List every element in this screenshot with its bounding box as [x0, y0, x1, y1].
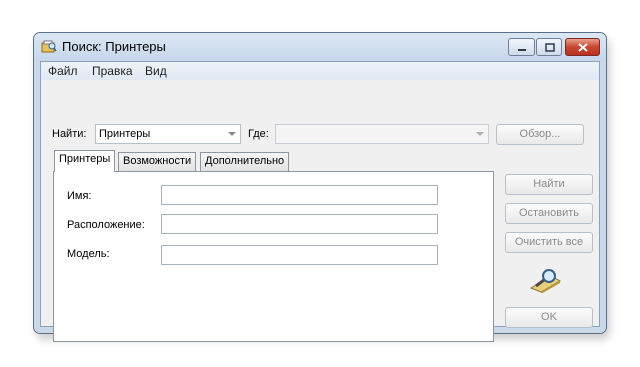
clear-all-button[interactable]: Очистить все: [505, 232, 593, 253]
tab-features[interactable]: Возможности: [118, 152, 197, 171]
browse-button[interactable]: Обзор...: [496, 124, 584, 145]
maximize-icon: [545, 43, 555, 52]
stop-button[interactable]: Остановить: [505, 203, 593, 224]
find-combo-value: Принтеры: [99, 128, 151, 140]
name-field[interactable]: [161, 185, 438, 205]
client-area: Файл Правка Вид Найти: Принтеры Где: Обз…: [40, 61, 600, 342]
find-combo[interactable]: Принтеры: [95, 124, 241, 144]
chevron-down-icon: [228, 132, 236, 136]
where-label: Где:: [248, 128, 269, 140]
menu-bar: Файл Правка Вид: [41, 62, 599, 80]
window-title: Поиск: Принтеры: [62, 39, 166, 54]
model-field[interactable]: [161, 245, 438, 265]
maximize-button[interactable]: [536, 38, 562, 56]
title-bar[interactable]: Поиск: Принтеры: [34, 33, 606, 61]
minimize-button[interactable]: [508, 38, 535, 56]
model-label: Модель:: [67, 248, 110, 260]
tab-advanced[interactable]: Дополнительно: [200, 152, 290, 171]
location-field[interactable]: [161, 214, 438, 234]
menu-view[interactable]: Вид: [145, 64, 167, 78]
chevron-down-icon: [476, 132, 484, 136]
magnifier-icon: [529, 269, 562, 293]
tab-printers[interactable]: Принтеры: [54, 150, 116, 172]
location-label: Расположение:: [67, 219, 145, 231]
menu-file[interactable]: Файл: [48, 64, 78, 78]
ok-button[interactable]: OK: [505, 307, 593, 328]
search-app-icon: [41, 40, 57, 53]
search-window: Поиск: Принтеры Файл Правка Вид Найти: П: [33, 32, 607, 342]
minimize-icon: [518, 49, 526, 51]
tab-panel: Имя: Расположение: Модель:: [53, 171, 494, 342]
where-combo[interactable]: [275, 124, 489, 144]
menu-edit[interactable]: Правка: [92, 64, 133, 78]
close-button[interactable]: [565, 38, 600, 56]
find-label: Найти:: [52, 128, 87, 140]
close-icon: [578, 43, 588, 52]
find-button[interactable]: Найти: [505, 174, 593, 195]
name-label: Имя:: [67, 190, 92, 202]
